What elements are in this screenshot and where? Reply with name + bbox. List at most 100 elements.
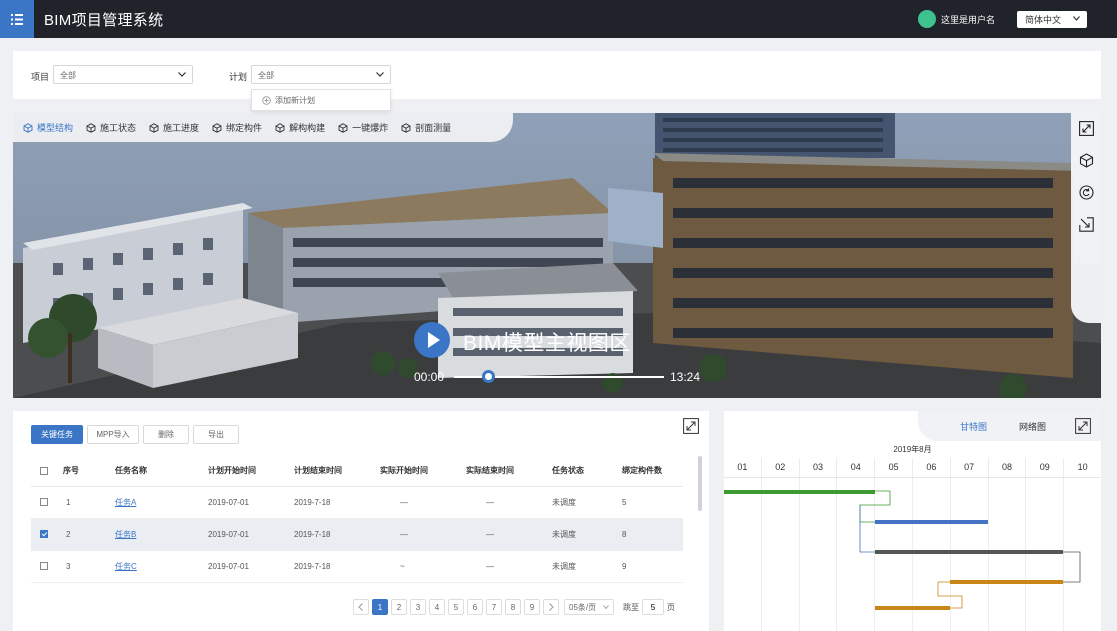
export-button[interactable]: 导出 [193,425,239,444]
row-no: 2 [63,518,115,551]
viewer-side-toolbar [1071,113,1101,323]
page-button[interactable]: 6 [467,599,483,615]
task-status: 未调度 [552,550,622,583]
bound-count: 8 [622,518,683,551]
page-suffix: 页 [667,602,675,612]
menu-icon[interactable] [0,0,34,38]
add-plan-option[interactable]: 添加新计划 [251,89,391,111]
plan-start: 2019-07-01 [208,486,294,519]
task-panel: 关键任务 MPP导入 删除 导出 序号 任务名称 计划开始时间 计划结束时间 实… [13,411,709,631]
bound-count: 5 [622,486,683,519]
tool-label: 模型结构 [37,123,74,133]
plan-select[interactable]: 全部 [251,65,391,84]
avatar[interactable] [918,10,936,28]
page-button[interactable]: 7 [486,599,502,615]
column-header: 绑定构件数 [622,456,683,487]
plan-start: 2019-07-01 [208,550,294,583]
play-button[interactable] [414,322,450,358]
gantt-bar[interactable] [950,580,1064,584]
page-button[interactable]: 3 [410,599,426,615]
plan-start: 2019-07-01 [208,518,294,551]
play-icon [428,332,440,348]
row-checkbox[interactable] [40,530,48,539]
delete-button[interactable]: 删除 [143,425,189,444]
row-checkbox-cell[interactable] [31,550,63,583]
page-button[interactable]: 8 [505,599,521,615]
task-status: 未调度 [552,486,622,519]
cube-icon [401,122,411,133]
expand-icon[interactable] [683,418,699,434]
fullscreen-icon[interactable] [1077,119,1095,137]
language-select[interactable]: 简体中文 [1017,11,1087,28]
gantt-bar[interactable] [874,550,1064,554]
language-value: 简体中文 [1025,15,1062,25]
cube-icon [338,122,348,133]
table-scrollbar[interactable] [698,456,702,511]
project-label: 项目 [31,72,50,82]
chevron-right-icon [549,603,554,611]
tool-construction-status[interactable]: 施工状态 [86,121,136,134]
gantt-bar[interactable] [874,520,988,524]
chevron-down-icon [376,72,384,77]
actual-end: — [466,550,552,583]
page-button[interactable]: 4 [429,599,445,615]
page-size-value: 05条/页 [569,602,597,612]
tool-label: 一键爆炸 [352,123,389,133]
project-select[interactable]: 全部 [53,65,193,84]
plan-label: 计划 [229,72,248,82]
table-row[interactable]: 3 任务C 2019-07-01 2019-7-18 ~ — 未调度 9 [31,550,683,583]
task-table: 序号 任务名称 计划开始时间 计划结束时间 实际开始时间 实际结束时间 任务状态… [31,456,683,583]
task-name-link[interactable]: 任务C [115,562,137,571]
app-title: BIM项目管理系统 [44,11,164,29]
cube-icon [212,122,222,133]
tool-bind-components[interactable]: 绑定构件 [212,121,262,134]
table-row[interactable]: 1 任务A 2019-07-01 2019-7-18 — — 未调度 5 [31,486,683,519]
row-checkbox[interactable] [40,562,48,571]
column-header: 计划开始时间 [208,456,294,487]
column-header: 任务状态 [552,456,622,487]
tool-construction-progress[interactable]: 施工进度 [149,121,199,134]
username[interactable]: 这里是用户名 [941,13,995,26]
mpp-import-button[interactable]: MPP导入 [87,425,139,444]
actual-end: — [466,486,552,519]
time-total: 13:24 [670,370,701,384]
gantt-bar[interactable] [724,490,875,494]
jump-label: 跳至 [623,602,639,612]
prev-page-button[interactable] [353,599,369,615]
rotate-icon[interactable] [1077,183,1095,201]
select-all-checkbox[interactable] [40,467,48,476]
page-size-select[interactable]: 05条/页 [564,599,614,615]
tool-section-measure[interactable]: 剖面测量 [401,121,451,134]
page-button[interactable]: 9 [524,599,540,615]
user-menu[interactable]: 这里是用户名 [918,10,995,28]
next-page-button[interactable] [543,599,559,615]
gantt-bar[interactable] [874,606,951,610]
plus-circle-icon [262,95,271,105]
column-header: 实际开始时间 [380,456,466,487]
cube-view-icon[interactable] [1077,151,1095,169]
task-name-link[interactable]: 任务A [115,498,136,507]
header-checkbox-cell[interactable] [31,456,63,487]
row-checkbox-cell[interactable] [31,486,63,519]
task-name-link[interactable]: 任务B [115,530,136,539]
table-row[interactable]: 2 任务B 2019-07-01 2019-7-18 — — 未调度 8 [31,518,683,551]
bim-viewer[interactable]: 模型结构 施工状态 施工进度 绑定构件 解构构建 一键爆炸 剖面测量 BIM模型… [13,113,1101,398]
jump-input[interactable] [642,599,664,615]
chevron-down-icon [1073,16,1080,21]
row-checkbox[interactable] [40,498,48,507]
page-button[interactable]: 1 [372,599,388,615]
page-button[interactable]: 5 [448,599,464,615]
tool-deconstruct[interactable]: 解构构建 [275,121,325,134]
progress-knob[interactable] [481,370,495,383]
row-checkbox-cell[interactable] [31,518,63,551]
export-icon[interactable] [1077,215,1095,233]
time-current: 00:00 [414,370,445,384]
page-button[interactable]: 2 [391,599,407,615]
actual-start: — [380,518,466,551]
tool-explode[interactable]: 一键爆炸 [338,121,388,134]
project-select-value: 全部 [60,71,76,80]
key-task-button[interactable]: 关键任务 [31,425,83,444]
tool-model-structure[interactable]: 模型结构 [23,121,73,134]
plan-end: 2019-7-18 [294,550,380,583]
pagination: 1 2 3 4 5 6 7 8 9 05条/页 跳至 页 [353,599,675,615]
